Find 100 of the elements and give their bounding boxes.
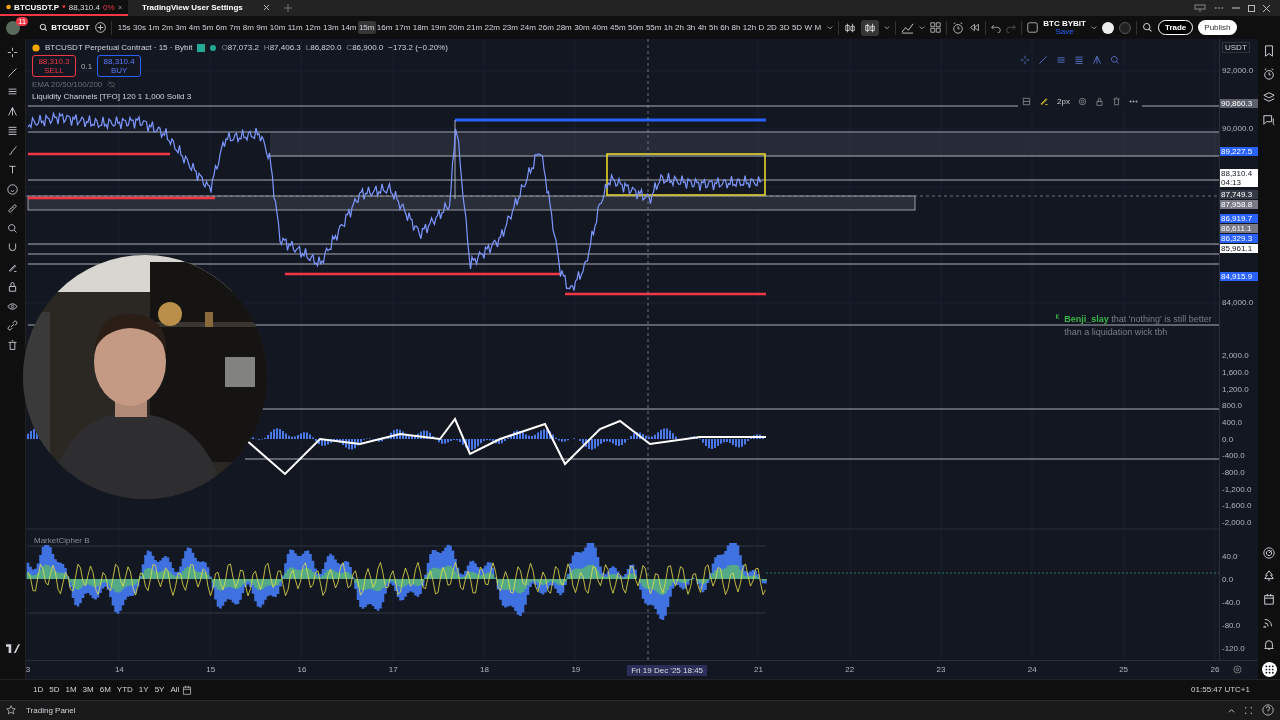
interval-button[interactable]: 28m [555,21,573,35]
logo-icon[interactable] [5,644,20,654]
plus-icon[interactable] [284,4,292,12]
trash-icon[interactable] [7,339,18,351]
interval-button[interactable]: 26m [537,21,555,35]
expand-icon[interactable] [1245,706,1252,714]
alarm-clock-icon[interactable] [1263,68,1275,81]
currency-selector[interactable]: USDT [1222,42,1250,54]
search-icon[interactable] [1141,22,1153,34]
window-icon[interactable] [1194,4,1206,12]
gauge-icon[interactable] [1263,547,1275,560]
interval-button[interactable]: 19m [429,21,448,35]
interval-button[interactable]: 22m [483,21,502,35]
watchlist-icon[interactable] [1263,45,1275,58]
interval-button[interactable]: 13m [321,21,340,35]
grid-dots-icon[interactable] [1261,662,1277,678]
interval-button[interactable]: 12h [741,21,758,35]
bell-icon[interactable] [1263,639,1275,652]
interval-button[interactable]: 1h [662,21,674,35]
indicator-label[interactable]: EMA 20/50/100/200 [32,80,103,90]
grid-icon[interactable] [930,22,942,34]
interval-button[interactable]: 7m [228,21,242,35]
interval-button[interactable]: 18m [411,21,430,35]
interval-button[interactable]: 1m [147,21,161,35]
interval-button[interactable]: 2m [160,21,175,35]
trade-button[interactable]: Trade [1157,20,1194,36]
close-icon[interactable] [263,3,270,11]
interval-button[interactable]: 3h [685,21,697,35]
flag-icon[interactable] [197,43,206,52]
sell-button[interactable]: 88,310.3 SELL [32,55,76,78]
calendar-icon[interactable] [182,684,193,695]
candles-button[interactable] [861,19,880,36]
interval-button[interactable]: 40m [590,21,609,35]
interval-button[interactable]: 2h [673,21,686,35]
interval-button[interactable]: 2D [765,21,779,35]
interval-button[interactable]: 5m [201,21,215,35]
more-icon[interactable] [1128,99,1138,103]
range-button[interactable]: 1D [30,685,47,695]
trash-icon[interactable] [1111,96,1121,106]
user-avatar[interactable] [6,20,20,35]
interval-button[interactable]: 4h [696,21,708,35]
interval-button[interactable]: 3m [174,21,188,35]
interval-button[interactable]: 50m [626,21,645,35]
buy-button[interactable]: 88,310.4 BUY [97,55,142,78]
interval-button[interactable]: W [803,21,814,35]
interval-button[interactable]: 30m [572,21,591,35]
range-button[interactable]: YTD [113,685,136,695]
bar-chart-icon[interactable] [844,21,857,34]
range-button[interactable]: 5D [46,685,63,695]
range-button[interactable]: 1Y [135,685,152,695]
save-link[interactable]: Save [1055,27,1074,36]
publish-button[interactable]: Publish [1198,20,1237,36]
browser-tab[interactable]: TradingView User Settings [136,0,276,16]
interval-button[interactable]: 55m [644,21,663,35]
lock-icon[interactable] [7,281,18,293]
indicators-icon[interactable] [901,21,915,35]
interval-button[interactable]: M [813,21,823,35]
line-width-selector[interactable]: 2px [1057,96,1070,106]
close-icon[interactable] [117,3,122,11]
interval-button[interactable]: 11m [286,21,304,35]
panel-title[interactable]: Trading Panel [26,705,76,715]
chevron-down-icon[interactable] [1090,24,1097,31]
interval-button[interactable]: 8m [241,21,256,35]
pine-tree-icon[interactable] [1263,570,1275,583]
interval-button[interactable]: 23m [501,21,520,35]
indicator-label[interactable]: Liquidity Channels [TFO] 120 1 1,000 Solid 3 [32,92,192,102]
symbol-search[interactable]: BTCUSDT [39,23,90,33]
eye-icon[interactable] [7,300,18,312]
interval-button[interactable]: 15s [116,21,132,35]
square-icon[interactable] [1027,22,1039,34]
pencil-icon[interactable] [1039,96,1049,107]
chevron-down-icon[interactable] [919,24,926,31]
range-button[interactable]: 5Y [151,685,168,695]
smiley-icon[interactable] [7,183,18,195]
calendar-icon[interactable] [1263,593,1275,606]
maximize-icon[interactable] [1248,4,1255,12]
alarm-clock-icon[interactable] [952,21,965,34]
magnet-icon[interactable] [7,242,18,254]
chat-icon[interactable] [1263,114,1275,127]
close-icon[interactable] [1263,4,1270,12]
interval-button[interactable]: 6m [214,21,229,35]
signal-icon[interactable] [1263,616,1275,629]
interval-button[interactable]: 8h [730,21,742,35]
settings-icon[interactable] [1233,665,1242,675]
settings-icon[interactable] [1077,96,1087,106]
interval-button[interactable]: 6h [719,21,731,35]
layout-menu[interactable]: BTC BYBIT Save [1043,19,1086,36]
template-icon[interactable] [1022,96,1031,106]
avatar-icon[interactable] [1101,21,1114,34]
parallel-lines-icon[interactable] [7,86,18,98]
text-icon[interactable] [7,164,18,176]
range-button[interactable]: 6M [96,685,114,695]
interval-button[interactable]: 4m [187,21,202,35]
layers-icon[interactable] [1263,91,1275,104]
add-icon[interactable] [94,22,106,34]
rewind-icon[interactable] [969,22,981,34]
undo-icon[interactable] [991,22,1002,33]
interval-button[interactable]: 21m [465,21,484,35]
interval-button[interactable]: 17m [393,21,412,35]
lock-icon[interactable] [1094,96,1104,106]
